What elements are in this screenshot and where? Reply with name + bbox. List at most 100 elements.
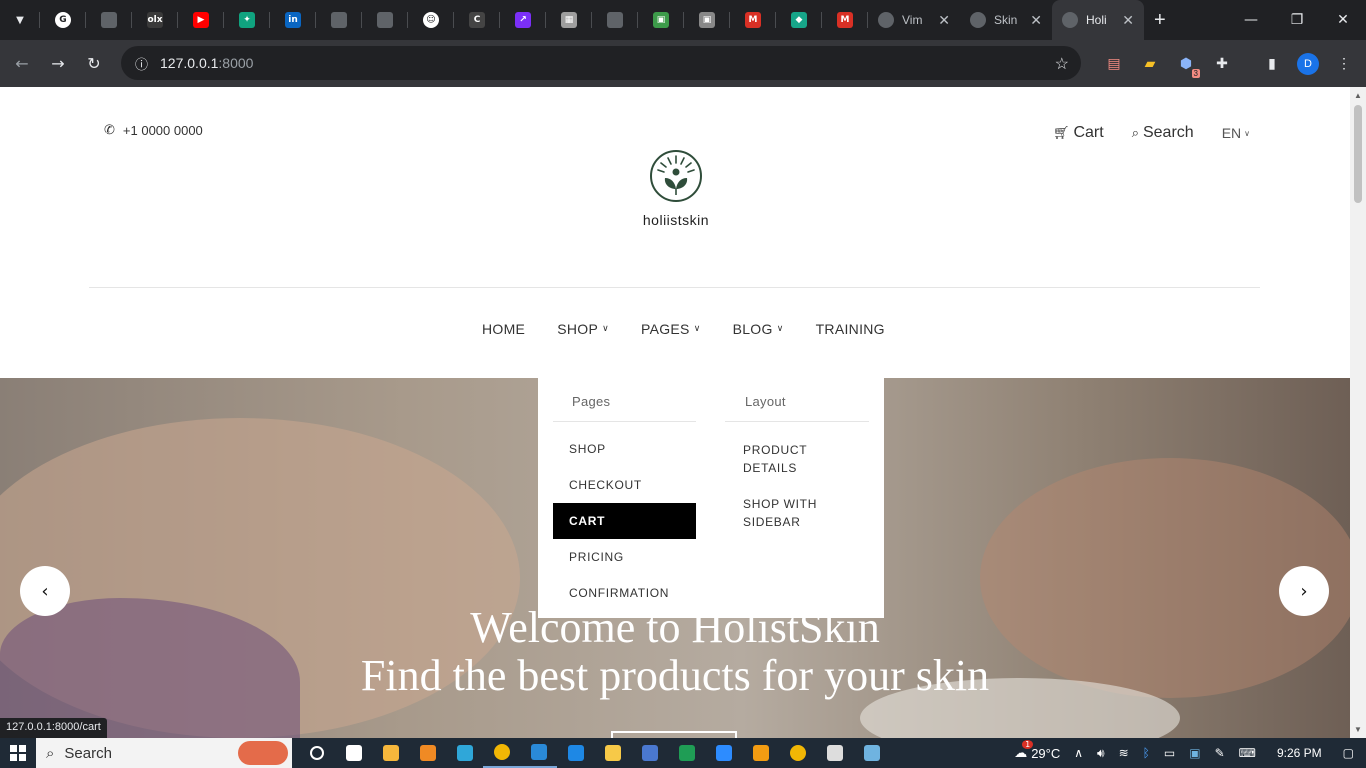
address-bar[interactable]: ⓘ 127.0.0.1:8000 ☆ (121, 46, 1081, 80)
taskbar-app[interactable] (557, 738, 594, 768)
taskbar-app[interactable] (779, 738, 816, 768)
browser-tab[interactable]: M (822, 0, 868, 40)
back-button[interactable]: ← (4, 46, 40, 82)
github-icon (377, 12, 393, 28)
browser-tab[interactable]: ▣ (684, 0, 730, 40)
side-panel-icon[interactable]: ▮ (1254, 46, 1290, 82)
extensions-row: ▤ ▰ ⬢ 3 ✚ ▮ D ⋮ (1096, 40, 1366, 87)
browser-tab[interactable] (316, 0, 362, 40)
browser-tab[interactable]: C (454, 0, 500, 40)
bookmark-star-icon[interactable]: ☆ (1055, 54, 1069, 74)
nav-item-training[interactable]: TRAINING (816, 321, 885, 337)
browser-tab[interactable]: in (270, 0, 316, 40)
taskbar-app[interactable] (816, 738, 853, 768)
browser-tab[interactable] (592, 0, 638, 40)
close-tab-icon[interactable]: ✕ (938, 12, 950, 29)
taskbar-app[interactable] (372, 738, 409, 768)
dropdown-layout-item[interactable]: PRODUCT DETAILS (725, 441, 869, 477)
nav-item-home[interactable]: HOME (482, 321, 525, 337)
new-tab-button[interactable]: + (1144, 0, 1176, 40)
dropdown-item-confirmation[interactable]: CONFIRMATION (553, 575, 696, 611)
browser-tab[interactable]: M (730, 0, 776, 40)
language-selector[interactable]: EN ∨ (1222, 125, 1250, 141)
browser-tab[interactable]: ◆ (776, 0, 822, 40)
page-scrollbar[interactable]: ▲ ▼ (1350, 87, 1366, 738)
taskbar-app[interactable] (631, 738, 668, 768)
store-icon (382, 745, 399, 761)
close-tab-icon[interactable]: ✕ (1030, 12, 1042, 29)
browser-tab[interactable]: ▣ (638, 0, 684, 40)
nav-item-pages[interactable]: PAGES ∨ (641, 321, 701, 337)
dropdown-item-shop[interactable]: SHOP (553, 431, 696, 467)
cortana-icon (309, 746, 324, 760)
taskbar-app[interactable] (446, 738, 483, 768)
app-tray-icon[interactable]: ▣ (1189, 746, 1200, 760)
taskbar-app[interactable] (483, 738, 520, 768)
site-logo[interactable]: holiistskin (641, 149, 711, 228)
folder-extension-icon[interactable]: ▰ (1132, 46, 1168, 82)
browser-tab[interactable]: G (40, 0, 86, 40)
browser-tab[interactable]: ▦ (546, 0, 592, 40)
taskbar-search[interactable]: ⌕ Search (36, 738, 292, 768)
bluetooth-icon[interactable]: ᛒ (1143, 746, 1150, 760)
reload-button[interactable]: ↻ (76, 46, 112, 82)
scroll-up-icon[interactable]: ▲ (1354, 91, 1362, 100)
volume-icon[interactable]: 🔊︎ (1097, 746, 1105, 761)
dropdown-item-cart[interactable]: CART (553, 503, 696, 539)
hero-cta-button[interactable] (611, 731, 737, 738)
reading-list-icon[interactable]: ▤ (1096, 46, 1132, 82)
dropdown-item-checkout[interactable]: CHECKOUT (553, 467, 696, 503)
taskbar-app[interactable] (298, 738, 335, 768)
scroll-down-icon[interactable]: ▼ (1354, 725, 1362, 734)
browser-tab[interactable]: Vim ✕ (868, 0, 960, 40)
cart-link[interactable]: 🛒︎ Cart (1053, 124, 1104, 142)
taskbar-app[interactable] (409, 738, 446, 768)
battery-icon[interactable]: ▭ (1164, 746, 1175, 760)
close-tab-icon[interactable]: ✕ (1122, 12, 1134, 29)
close-icon[interactable]: ✕ (1320, 0, 1366, 40)
keyboard-icon[interactable]: ⌨ (1239, 746, 1256, 760)
slider-prev-button[interactable]: ‹ (20, 566, 70, 616)
browser-tab[interactable]: ☺ (408, 0, 454, 40)
profile-button[interactable]: D (1290, 46, 1326, 82)
dropdown-item-pricing[interactable]: PRICING (553, 539, 696, 575)
pen-icon[interactable]: ✎ (1215, 746, 1225, 760)
taskbar-app[interactable] (705, 738, 742, 768)
clock[interactable]: 9:26 PM (1277, 746, 1322, 760)
scrollbar-thumb[interactable] (1354, 105, 1362, 203)
extension-badge-icon[interactable]: ⬢ 3 (1168, 46, 1204, 82)
notifications-icon[interactable]: ▢ (1343, 746, 1354, 760)
nav-item-blog[interactable]: BLOG ∨ (733, 321, 784, 337)
header-divider (89, 287, 1260, 288)
puzzle-icon[interactable]: ✚ (1204, 46, 1240, 82)
browser-tab[interactable]: Skin ✕ (960, 0, 1052, 40)
taskbar-app[interactable] (335, 738, 372, 768)
nav-item-shop[interactable]: SHOP ∨ (557, 321, 609, 337)
minimize-icon[interactable]: — (1228, 0, 1274, 40)
browser-tab[interactable] (86, 0, 132, 40)
browser-tab[interactable]: ✦ (224, 0, 270, 40)
browser-tab[interactable]: olx (132, 0, 178, 40)
taskbar-app[interactable] (668, 738, 705, 768)
browser-tab[interactable]: ▶ (178, 0, 224, 40)
dropdown-layout-item[interactable]: SHOP WITH SIDEBAR (725, 495, 869, 531)
slider-next-button[interactable]: › (1279, 566, 1329, 616)
taskbar-app[interactable] (594, 738, 631, 768)
forward-button[interactable]: → (40, 46, 76, 82)
taskbar-app[interactable] (742, 738, 779, 768)
tray-chevron-up-icon[interactable]: ∧ (1074, 746, 1083, 760)
search-link[interactable]: ⌕ Search (1132, 124, 1194, 142)
menu-kebab-icon[interactable]: ⋮ (1326, 46, 1362, 82)
language-label: EN (1221, 125, 1242, 141)
browser-tab[interactable]: Holi ✕ (1052, 0, 1144, 40)
weather-widget[interactable]: ☁ 1 29°C (1014, 739, 1060, 761)
restore-icon[interactable]: ❐ (1274, 0, 1320, 40)
start-button[interactable] (0, 738, 36, 768)
wifi-icon[interactable]: ≋ (1119, 746, 1129, 760)
taskbar-app[interactable] (853, 738, 890, 768)
site-info-icon[interactable]: ⓘ (135, 54, 148, 73)
browser-tab[interactable]: ↗ (500, 0, 546, 40)
tab-search-dropdown[interactable]: ▼ (0, 0, 40, 40)
taskbar-app[interactable] (520, 738, 557, 768)
browser-tab[interactable] (362, 0, 408, 40)
